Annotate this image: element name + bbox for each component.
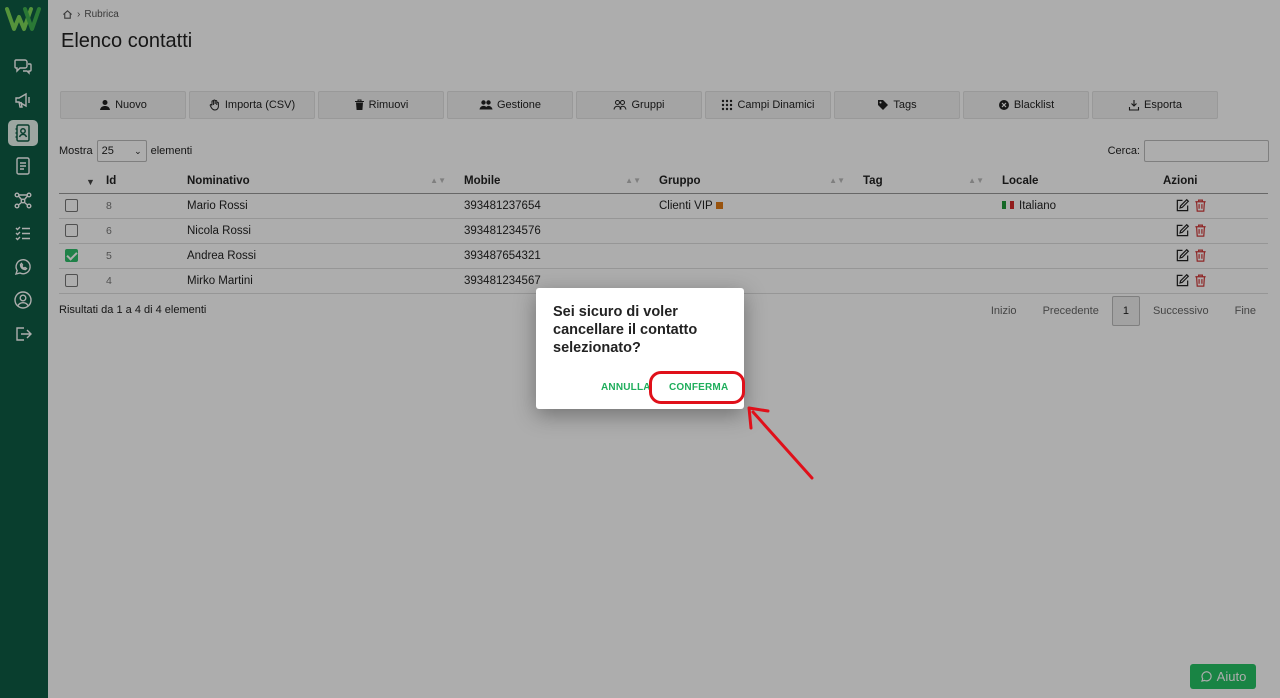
pointer-arrow-icon: [747, 406, 814, 480]
confirm-highlight-ring: [649, 371, 745, 404]
dialog-message: Sei sicuro di voler cancellare il contat…: [553, 304, 698, 356]
cancel-button[interactable]: ANNULLA: [601, 382, 651, 393]
